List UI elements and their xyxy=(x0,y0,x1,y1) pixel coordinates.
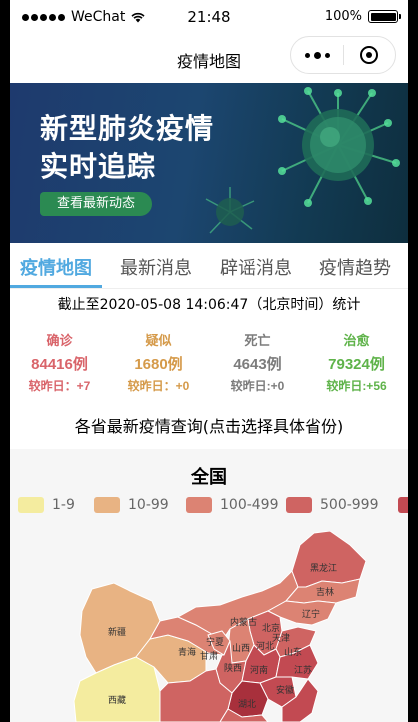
legend-label: 100-499 xyxy=(220,497,279,513)
province-query-title: 各省最新疫情查询(点击选择具体省份) xyxy=(74,417,344,436)
map-legend: 1-9 10-99 100-499 500-999 xyxy=(10,497,408,517)
stat-delta: 较昨日:+0 xyxy=(230,379,285,393)
province-label: 西藏 xyxy=(108,694,126,706)
battery-icon xyxy=(368,10,401,23)
province-label: 甘肃 xyxy=(200,650,218,662)
more-menu-button[interactable] xyxy=(291,37,343,73)
banner-title-line1: 新型肺炎疫情 xyxy=(40,112,215,145)
legend-label: 1-9 xyxy=(52,497,75,513)
province-tibet[interactable] xyxy=(73,656,161,722)
banner-title-line2: 实时追踪 xyxy=(40,150,157,183)
legend-label: 10-99 xyxy=(128,497,169,513)
legend-item[interactable]: 100-499 xyxy=(186,497,279,513)
province-label: 青海 xyxy=(178,646,196,658)
province-label: 北京 xyxy=(262,622,280,634)
province-label: 陕西 xyxy=(224,662,242,674)
close-miniprogram-button[interactable] xyxy=(344,37,395,73)
stat-count: 84416例 xyxy=(31,356,88,373)
province-label: 内蒙古 xyxy=(230,616,257,628)
stat-count: 4643例 xyxy=(233,356,282,373)
stat-label: 死亡 xyxy=(244,333,271,348)
legend-swatch xyxy=(286,497,312,513)
stat-dead: 死亡 4643例 较昨日:+0 xyxy=(208,330,307,394)
active-tab-indicator xyxy=(10,285,102,288)
map-title: 全国 xyxy=(191,467,227,488)
view-latest-button[interactable]: 查看最新动态 xyxy=(40,192,152,216)
map-section: 全国 1-9 10-99 100-499 500-999 新疆 黑龙江 吉林 辽… xyxy=(10,449,408,722)
stat-delta: 较昨日：+0 xyxy=(127,379,190,393)
legend-item[interactable]: 10-99 xyxy=(94,497,169,513)
target-icon xyxy=(360,46,379,64)
legend-item[interactable] xyxy=(398,497,408,513)
update-timestamp: 截止至2020-05-08 14:06:47（北京时间）统计 xyxy=(57,297,361,313)
legend-swatch xyxy=(18,497,44,513)
province-label: 湖北 xyxy=(238,699,256,710)
miniprogram-capsule xyxy=(290,36,396,74)
stat-cured: 治愈 79324例 较昨日:+56 xyxy=(307,330,406,394)
stat-delta: 较昨日:+56 xyxy=(326,379,387,393)
province-label: 天津 xyxy=(272,633,290,644)
province-label: 宁夏 xyxy=(206,636,224,648)
province-label: 山西 xyxy=(232,643,250,654)
battery-percent: 100% xyxy=(324,9,362,24)
virus-illustration-icon xyxy=(278,87,400,207)
legend-swatch xyxy=(186,497,212,513)
province-label: 黑龙江 xyxy=(310,562,337,574)
stat-count: 79324例 xyxy=(328,356,385,373)
province-label: 辽宁 xyxy=(302,608,320,620)
virus-illustration-small-icon xyxy=(205,187,255,234)
banner[interactable]: 新型肺炎疫情 实时追踪 查看最新动态 xyxy=(10,83,408,243)
phone-screen: WeChat 21:48 100% 疫情地图 新型肺炎疫情 实时追踪 查看最新动… xyxy=(10,0,408,722)
status-bar: WeChat 21:48 100% xyxy=(10,0,408,34)
stat-label: 确诊 xyxy=(46,333,73,348)
stat-confirmed: 确诊 84416例 较昨日：+7 xyxy=(10,330,109,394)
tab-bar: 疫情地图 最新消息 辟谣消息 疫情趋势 xyxy=(10,244,408,289)
province-label: 新疆 xyxy=(108,626,126,638)
tab-rumor-refutation[interactable]: 辟谣消息 xyxy=(220,254,292,280)
legend-item[interactable]: 500-999 xyxy=(286,497,379,513)
stats-summary: 确诊 84416例 较昨日：+7 疑似 1680例 较昨日：+0 死亡 4643… xyxy=(10,330,408,393)
stat-label: 治愈 xyxy=(343,333,370,348)
china-map: 新疆 黑龙江 吉林 辽宁 内蒙古 北京 天津 河北 山西 宁夏 青海 甘肃 山东… xyxy=(73,531,367,722)
province-heilongjiang[interactable] xyxy=(291,531,367,588)
stat-count: 1680例 xyxy=(134,356,183,373)
tab-epidemic-map[interactable]: 疫情地图 xyxy=(20,254,92,280)
province-label: 山东 xyxy=(284,646,302,658)
tab-epidemic-trend[interactable]: 疫情趋势 xyxy=(319,254,391,280)
legend-swatch xyxy=(94,497,120,513)
legend-swatch xyxy=(398,497,408,513)
province-label: 河南 xyxy=(250,664,268,676)
legend-item[interactable]: 1-9 xyxy=(18,497,75,513)
navigation-bar: 疫情地图 xyxy=(10,34,408,82)
legend-label: 500-999 xyxy=(320,497,379,513)
province-label: 江苏 xyxy=(294,664,312,676)
stat-suspected: 疑似 1680例 较昨日：+0 xyxy=(109,330,208,394)
province-label: 河北 xyxy=(256,640,274,652)
province-label: 吉林 xyxy=(316,586,334,598)
province-label: 安徽 xyxy=(276,684,294,696)
tab-latest-news[interactable]: 最新消息 xyxy=(120,254,192,280)
stat-delta: 较昨日：+7 xyxy=(28,379,91,393)
stat-label: 疑似 xyxy=(145,333,172,348)
status-right: 100% xyxy=(324,9,401,24)
